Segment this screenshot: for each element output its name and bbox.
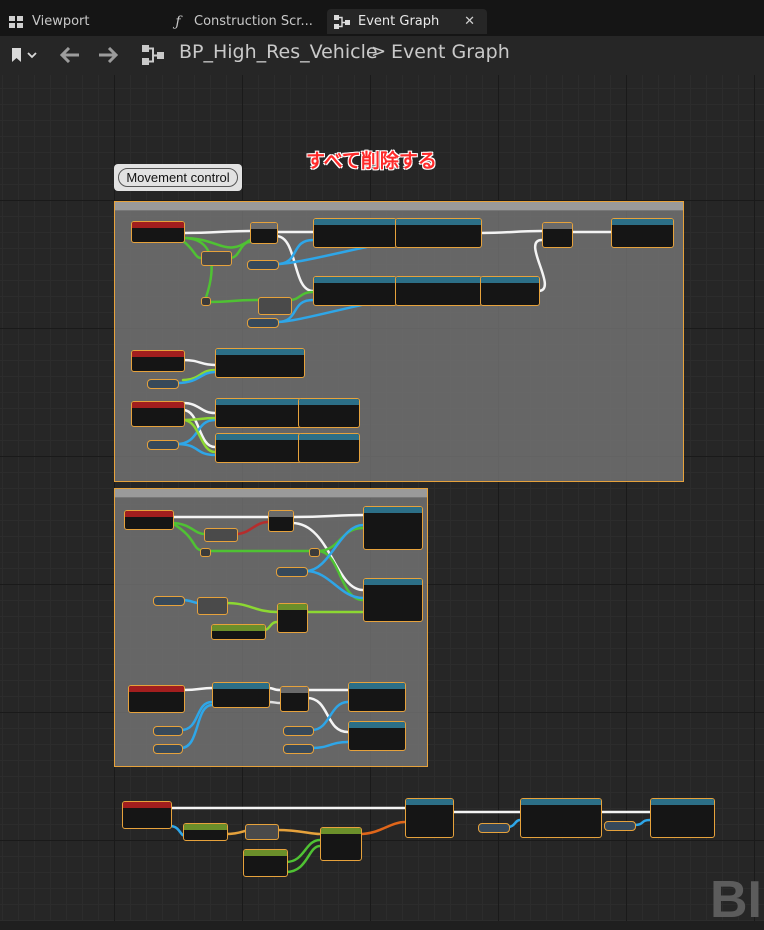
event-node[interactable] <box>124 510 174 530</box>
math-node[interactable] <box>197 597 228 615</box>
function-node[interactable] <box>363 578 423 622</box>
function-node[interactable] <box>277 603 308 633</box>
variable-node[interactable] <box>309 548 320 557</box>
event-node[interactable] <box>131 221 185 243</box>
variable-node[interactable] <box>201 297 211 306</box>
reference-node[interactable] <box>283 726 314 736</box>
function-node[interactable] <box>243 849 288 877</box>
reference-node[interactable] <box>147 379 179 389</box>
function-node[interactable] <box>395 276 482 306</box>
function-node[interactable] <box>480 276 540 306</box>
reference-node[interactable] <box>604 821 636 831</box>
graph-watermark: BI <box>710 871 762 929</box>
function-node[interactable] <box>215 398 302 428</box>
function-node[interactable] <box>405 798 454 838</box>
sequence-node[interactable] <box>280 686 309 712</box>
function-node[interactable] <box>520 798 602 838</box>
event-node[interactable] <box>131 350 185 372</box>
reference-node[interactable] <box>247 318 279 328</box>
reference-node[interactable] <box>247 260 279 270</box>
function-node[interactable] <box>313 276 397 306</box>
function-node[interactable] <box>650 798 715 838</box>
function-node[interactable] <box>183 823 228 841</box>
reference-node[interactable] <box>153 726 183 736</box>
reference-node[interactable] <box>153 744 183 754</box>
function-node[interactable] <box>212 682 270 708</box>
event-node[interactable] <box>131 401 185 427</box>
function-node[interactable] <box>298 433 360 463</box>
function-node[interactable] <box>211 624 266 640</box>
function-node[interactable] <box>313 218 397 248</box>
comment-bubble[interactable]: Movement control <box>114 164 242 191</box>
function-node[interactable] <box>348 682 406 712</box>
compare-node[interactable] <box>258 297 292 315</box>
function-node[interactable] <box>298 398 360 428</box>
reference-node[interactable] <box>153 596 185 606</box>
reference-node[interactable] <box>147 440 179 450</box>
branch-node[interactable] <box>250 222 278 244</box>
function-node[interactable] <box>611 218 674 248</box>
function-node[interactable] <box>320 827 362 861</box>
reference-node[interactable] <box>478 823 510 833</box>
reference-node[interactable] <box>276 567 308 577</box>
sequence-node[interactable] <box>542 222 573 248</box>
node-wires <box>168 229 652 874</box>
event-node[interactable] <box>122 801 172 829</box>
variable-node[interactable] <box>200 548 211 557</box>
event-node[interactable] <box>128 685 185 713</box>
annotation-text: すべて削除する <box>306 150 437 172</box>
function-node[interactable] <box>215 348 305 378</box>
branch-node[interactable] <box>268 510 294 532</box>
function-node[interactable] <box>348 721 406 751</box>
comment-title: Movement control <box>118 168 238 187</box>
function-node[interactable] <box>215 433 302 463</box>
reference-node[interactable] <box>283 744 314 754</box>
logic-node[interactable] <box>204 528 238 542</box>
function-node[interactable] <box>395 218 482 248</box>
math-node[interactable] <box>245 824 279 840</box>
function-node[interactable] <box>363 506 423 550</box>
logic-node[interactable] <box>201 251 232 266</box>
